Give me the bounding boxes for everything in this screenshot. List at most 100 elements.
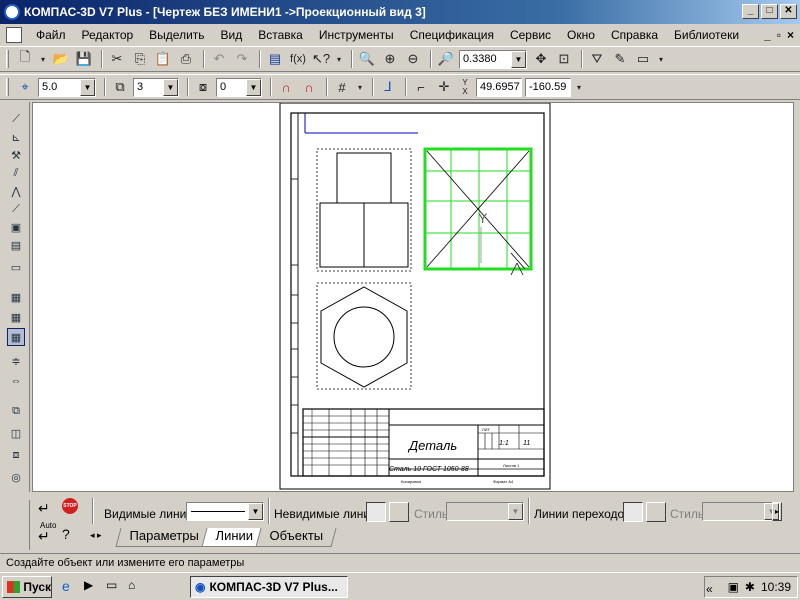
mdi-restore-button[interactable]: ▫ — [777, 28, 781, 42]
panel-dropdown-icon[interactable]: ▾ — [656, 49, 666, 69]
panel-grip[interactable] — [4, 500, 30, 550]
edit-icon[interactable]: ⫽ — [7, 164, 25, 182]
menu-file[interactable]: Файл — [28, 28, 74, 42]
view-ops-icon-2[interactable]: ▦ — [7, 308, 25, 326]
new-document-icon[interactable]: 🗋 — [15, 49, 35, 69]
spec-icon[interactable]: ▭ — [7, 258, 25, 276]
menu-window[interactable]: Окно — [559, 28, 603, 42]
open-folder-icon[interactable]: 📂 — [51, 49, 71, 69]
minimize-button[interactable]: _ — [742, 4, 759, 19]
transition-style-combo[interactable]: ▼ — [702, 502, 780, 521]
parametrization-icon[interactable]: ⋀ — [7, 182, 25, 200]
distribute-icon[interactable]: ⇔ — [7, 372, 25, 390]
stop-icon[interactable]: STOP — [62, 498, 78, 514]
zoom-combo[interactable]: 0.3380 ▼ — [459, 49, 527, 69]
select-icon[interactable]: ▣ — [7, 218, 25, 236]
menu-view[interactable]: Вид — [213, 28, 251, 42]
network-icon[interactable]: ▣ — [728, 580, 739, 594]
paste-icon[interactable]: 📋 — [153, 49, 173, 69]
enter-arrow-icon[interactable]: ↵ — [38, 500, 50, 517]
zoom-window-icon[interactable]: 🔍 — [357, 49, 377, 69]
view-ops-icon-3[interactable]: ▦ — [7, 328, 25, 346]
tab-objects[interactable]: Объекты — [255, 528, 337, 547]
auto-create-icon[interactable]: ↵ — [38, 528, 50, 545]
desktop-icon[interactable]: ▭ — [106, 578, 122, 594]
drawing-sheet[interactable]: Y Деталь Сталь 10 ГОСТ 1050-88 1:1 11 ЛИ… — [33, 103, 793, 491]
variables-fx-icon[interactable]: f(x) — [288, 49, 308, 69]
scroll-right-icon[interactable]: ▸ — [772, 502, 782, 521]
step-combo[interactable]: 5.0 ▼ — [38, 77, 96, 97]
zoom-out-icon[interactable]: ⊖ — [403, 49, 423, 69]
help-dropdown-icon[interactable]: ▾ — [334, 49, 344, 69]
drawing-canvas[interactable]: Y Деталь Сталь 10 ГОСТ 1050-88 1:1 11 ЛИ… — [32, 102, 794, 492]
layer-icon[interactable]: ⧉ — [110, 77, 130, 97]
taskbar-app-kompas[interactable]: ◉ КОМПАС-3D V7 Plus... — [190, 576, 348, 598]
chevron-down-icon[interactable]: ▼ — [163, 78, 178, 96]
associative-views-icon[interactable]: ▤ — [7, 236, 25, 254]
angle-combo[interactable]: 0 ▼ — [216, 77, 262, 97]
media-player-icon[interactable]: ▶ — [84, 578, 100, 594]
menu-tools[interactable]: Инструменты — [311, 28, 402, 42]
chevron-down-icon[interactable]: ▼ — [80, 78, 95, 96]
redo-icon[interactable]: ↷ — [232, 49, 252, 69]
snap-magnet-icon[interactable]: ∩ — [276, 77, 296, 97]
view-ops-icon-1[interactable]: ▦ — [7, 288, 25, 306]
manager-icon[interactable]: ▤ — [265, 49, 285, 69]
symbols-icon[interactable]: ⚒ — [7, 146, 25, 164]
menu-help[interactable]: Справка — [603, 28, 666, 42]
close-button[interactable]: ✕ — [780, 4, 797, 19]
help-icon[interactable]: ? — [62, 526, 70, 542]
dimensions-icon[interactable]: ⊾ — [7, 128, 25, 146]
visible-lines-style-combo[interactable]: ▼ — [186, 502, 264, 521]
hidden-style-combo[interactable]: ▼ — [446, 502, 524, 521]
ortho-icon[interactable]: ⌐ — [411, 77, 431, 97]
tab-parameters[interactable]: Параметры — [115, 528, 212, 547]
chevron-down-icon[interactable]: ▼ — [246, 78, 261, 96]
align-icon[interactable]: ≑ — [7, 352, 25, 370]
context-help-icon[interactable]: ↖? — [311, 49, 331, 69]
maximize-button[interactable]: □ — [761, 4, 778, 19]
cursor-y-field[interactable]: -160.59 — [525, 77, 571, 97]
cut-icon[interactable]: ✂ — [107, 49, 127, 69]
start-button[interactable]: Пуск — [2, 576, 52, 598]
chevron-down-icon[interactable]: ▼ — [508, 503, 523, 520]
copy-icon[interactable]: ⎘ — [130, 49, 150, 69]
hidden-lines-on-icon[interactable] — [366, 502, 386, 522]
bug-icon[interactable]: ✱ — [745, 580, 755, 594]
angle-layers-icon[interactable]: ⧇ — [193, 77, 213, 97]
toolbar-grip[interactable] — [6, 78, 9, 96]
properties-icon[interactable]: ✎ — [610, 49, 630, 69]
panel-icon[interactable]: ▭ — [633, 49, 653, 69]
hidden-lines-dashed-icon[interactable] — [389, 502, 409, 522]
library-icon-4[interactable]: ◎ — [7, 468, 25, 486]
quicklaunch-icon[interactable]: ⌂ — [128, 578, 144, 594]
kompas-app-icon[interactable] — [4, 4, 20, 20]
menu-specification[interactable]: Спецификация — [402, 28, 502, 42]
save-icon[interactable]: 💾 — [74, 49, 94, 69]
coord-dropdown-icon[interactable]: ▾ — [574, 77, 584, 97]
transition-lines-off-icon[interactable] — [646, 502, 666, 522]
local-snap-icon[interactable]: ∩ — [299, 77, 319, 97]
mdi-close-button[interactable]: × — [787, 28, 794, 42]
cursor-snap-icon[interactable]: ✛ — [434, 77, 454, 97]
pan-icon[interactable]: ✥ — [531, 49, 551, 69]
toolbar-grip[interactable] — [6, 50, 9, 68]
tab-scroll-arrows-icon[interactable]: ◂ ▸ — [90, 530, 102, 541]
geometry-icon[interactable]: ⟋ — [7, 110, 25, 128]
library-icon-2[interactable]: ◫ — [7, 424, 25, 442]
undo-icon[interactable]: ↶ — [209, 49, 229, 69]
menu-editor[interactable]: Редактор — [74, 28, 142, 42]
clock[interactable]: 10:39 — [761, 580, 791, 594]
mdi-minimize-button[interactable]: _ — [764, 28, 771, 42]
chevron-down-icon[interactable]: ▼ — [511, 50, 526, 68]
layer-combo[interactable]: 3 ▼ — [133, 77, 179, 97]
document-icon[interactable] — [6, 27, 22, 43]
transition-lines-on-icon[interactable] — [623, 502, 643, 522]
measure-icon[interactable]: ⟋ — [7, 200, 25, 218]
library-icon-1[interactable]: ⧉ — [7, 402, 25, 420]
grid-dropdown-icon[interactable]: ▾ — [355, 77, 365, 97]
new-dropdown-icon[interactable]: ▾ — [38, 49, 48, 69]
menu-libraries[interactable]: Библиотеки — [666, 28, 747, 42]
grid-icon[interactable]: # — [332, 77, 352, 97]
chevron-down-icon[interactable]: ▼ — [248, 503, 263, 520]
